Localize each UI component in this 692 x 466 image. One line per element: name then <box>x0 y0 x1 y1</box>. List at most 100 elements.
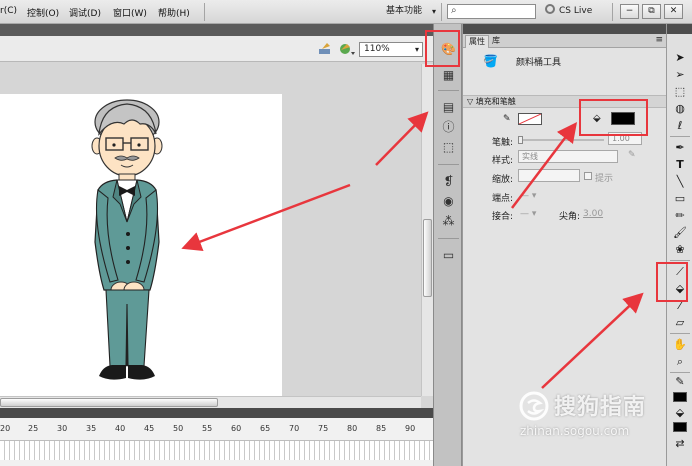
eyedropper-tool-icon[interactable]: ⁄ <box>672 298 688 314</box>
panel-menu-icon[interactable]: ≡ <box>655 35 663 45</box>
edit-style-icon[interactable]: ✎ <box>628 150 636 160</box>
stage-canvas[interactable] <box>0 94 282 413</box>
menu-window[interactable]: 窗口(W) <box>113 6 147 19</box>
stroke-slider-track[interactable] <box>518 136 604 144</box>
vertical-scroll-thumb[interactable] <box>423 219 432 297</box>
cs-live-button[interactable]: CS Live <box>545 4 592 19</box>
frame-label: 80 <box>347 424 358 433</box>
eraser-tool-icon[interactable]: ▱ <box>672 315 688 331</box>
no-color-icon <box>518 113 542 125</box>
deco-tool-icon[interactable]: ❀ <box>672 242 688 258</box>
scale-select[interactable] <box>518 169 580 182</box>
scale-label: 缩放: <box>492 175 514 185</box>
frame-label: 65 <box>260 424 271 433</box>
help-search-input[interactable]: ⌕ <box>447 4 536 19</box>
info-panel-icon[interactable]: ⓘ <box>441 120 456 135</box>
brush-tool-icon[interactable]: 🖌 <box>672 225 688 241</box>
stroke-slider-thumb[interactable] <box>518 136 523 144</box>
menu-separator <box>204 3 205 21</box>
line-tool-icon[interactable]: ╲ <box>672 174 688 190</box>
restore-button[interactable]: ⧉ <box>642 4 661 19</box>
free-transform-tool-icon[interactable]: ⬚ <box>672 84 688 100</box>
search-icon: ⌕ <box>451 5 457 16</box>
frame-label: 20 <box>0 424 11 433</box>
transform-panel-icon[interactable]: ⬚ <box>441 140 456 155</box>
zoom-tool-icon[interactable]: ⌕ <box>672 354 688 370</box>
menu-debug[interactable]: 调试(D) <box>69 6 101 19</box>
edit-bar: 110% <box>0 36 433 62</box>
stroke-width-input[interactable]: 1.00 <box>608 132 642 145</box>
timeline-ruler[interactable]: 20 25 30 35 40 45 50 55 60 65 70 75 80 8… <box>0 418 433 440</box>
selection-tool-icon[interactable]: ➤ <box>672 50 688 66</box>
panel-tabs: 属性 库 ≡ <box>463 34 667 48</box>
frame-label: 90 <box>405 424 416 433</box>
fill-color-swatch[interactable] <box>611 112 635 125</box>
tools-separator <box>670 136 690 137</box>
workspace-switcher[interactable]: 基本功能 <box>378 3 438 20</box>
frame-label: 55 <box>202 424 213 433</box>
paint-bucket-tool-icon[interactable]: ⬙ <box>672 281 688 297</box>
3d-rotation-tool-icon[interactable]: ◍ <box>672 101 688 117</box>
properties-panel: 属性 库 ≡ 🪣 颜料桶工具 ▽ 填充和笔触 ✎ ⬙ 笔触: 1.00 样式: … <box>462 24 667 466</box>
scene-panel-icon[interactable]: ▭ <box>441 248 456 263</box>
tool-fill-swatch[interactable] <box>673 422 687 432</box>
horizontal-scroll-thumb[interactable] <box>0 398 218 407</box>
subselection-tool-icon[interactable]: ➢ <box>672 67 688 83</box>
timeline-panel: 20 25 30 35 40 45 50 55 60 65 70 75 80 8… <box>0 418 433 466</box>
section-title: 填充和笔触 <box>475 97 516 106</box>
menu-bar: r(C) 控制(O) 调试(D) 窗口(W) 帮助(H) 基本功能 ⌕ CS L… <box>0 0 692 24</box>
minimize-button[interactable]: − <box>620 4 639 19</box>
components-panel-icon[interactable]: ◉ <box>441 194 456 209</box>
frame-label: 40 <box>115 424 126 433</box>
frame-label: 70 <box>289 424 300 433</box>
fill-stroke-section-header[interactable]: ▽ 填充和笔触 <box>463 95 667 108</box>
code-snippets-icon[interactable]: ❡ <box>441 174 456 189</box>
frame-label: 85 <box>376 424 387 433</box>
frame-label: 45 <box>144 424 155 433</box>
timeline-frames[interactable] <box>0 440 433 460</box>
cap-select[interactable]: — ▾ <box>520 191 536 201</box>
menu-separator <box>441 3 442 21</box>
hint-label: 提示 <box>595 174 614 184</box>
pencil-tool-icon[interactable]: ✏ <box>672 208 688 224</box>
pencil-icon: ✎ <box>503 114 511 124</box>
join-select[interactable]: — ▾ <box>520 209 536 219</box>
tools-separator <box>670 372 690 373</box>
style-select[interactable]: 实线 <box>518 150 618 163</box>
hand-tool-icon[interactable]: ✋ <box>672 337 688 353</box>
menu-separator <box>612 3 613 21</box>
tab-library[interactable]: 库 <box>489 35 503 48</box>
edit-symbols-icon[interactable] <box>318 42 334 56</box>
tab-properties[interactable]: 属性 <box>465 35 489 48</box>
edit-scene-icon[interactable] <box>338 41 356 57</box>
zoom-select[interactable]: 110% <box>359 42 423 57</box>
tools-panel: ➤ ➢ ⬚ ◍ ℓ ✒ T ╲ ▭ ✏ 🖌 ❀ ⟋ ⬙ ⁄ ▱ ✋ ⌕ ✎ ⬙ … <box>666 24 692 466</box>
stage-horizontal-scrollbar[interactable] <box>0 396 421 408</box>
close-button[interactable]: ✕ <box>664 4 683 19</box>
cs-live-icon <box>545 4 555 14</box>
motion-presets-icon[interactable]: ⁂ <box>441 214 456 229</box>
stage-vertical-scrollbar[interactable] <box>421 64 433 396</box>
bone-tool-icon[interactable]: ⟋ <box>672 264 688 280</box>
pen-tool-icon[interactable]: ✒ <box>672 140 688 156</box>
join-label: 接合: <box>492 212 514 222</box>
style-label: 样式: <box>492 156 514 166</box>
menu-help[interactable]: 帮助(H) <box>158 6 190 19</box>
frame-label: 60 <box>231 424 242 433</box>
tools-separator <box>670 333 690 334</box>
menu-command[interactable]: r(C) <box>0 6 17 16</box>
menu-control[interactable]: 控制(O) <box>27 6 59 19</box>
miter-value[interactable]: 3.00 <box>583 209 603 219</box>
align-panel-icon[interactable]: ▤ <box>441 100 456 115</box>
rectangle-tool-icon[interactable]: ▭ <box>672 191 688 207</box>
swatches-panel-icon[interactable]: ▦ <box>441 68 456 83</box>
dock-separator <box>438 90 459 91</box>
swap-colors-icon[interactable]: ⇄ <box>672 436 688 452</box>
frame-label: 75 <box>318 424 329 433</box>
color-panel-icon[interactable]: 🎨 <box>441 42 456 57</box>
hint-checkbox[interactable] <box>584 172 592 180</box>
stroke-color-swatch[interactable] <box>518 113 542 125</box>
tool-stroke-swatch[interactable] <box>673 392 687 402</box>
lasso-tool-icon[interactable]: ℓ <box>672 118 688 134</box>
text-tool-icon[interactable]: T <box>672 157 688 173</box>
